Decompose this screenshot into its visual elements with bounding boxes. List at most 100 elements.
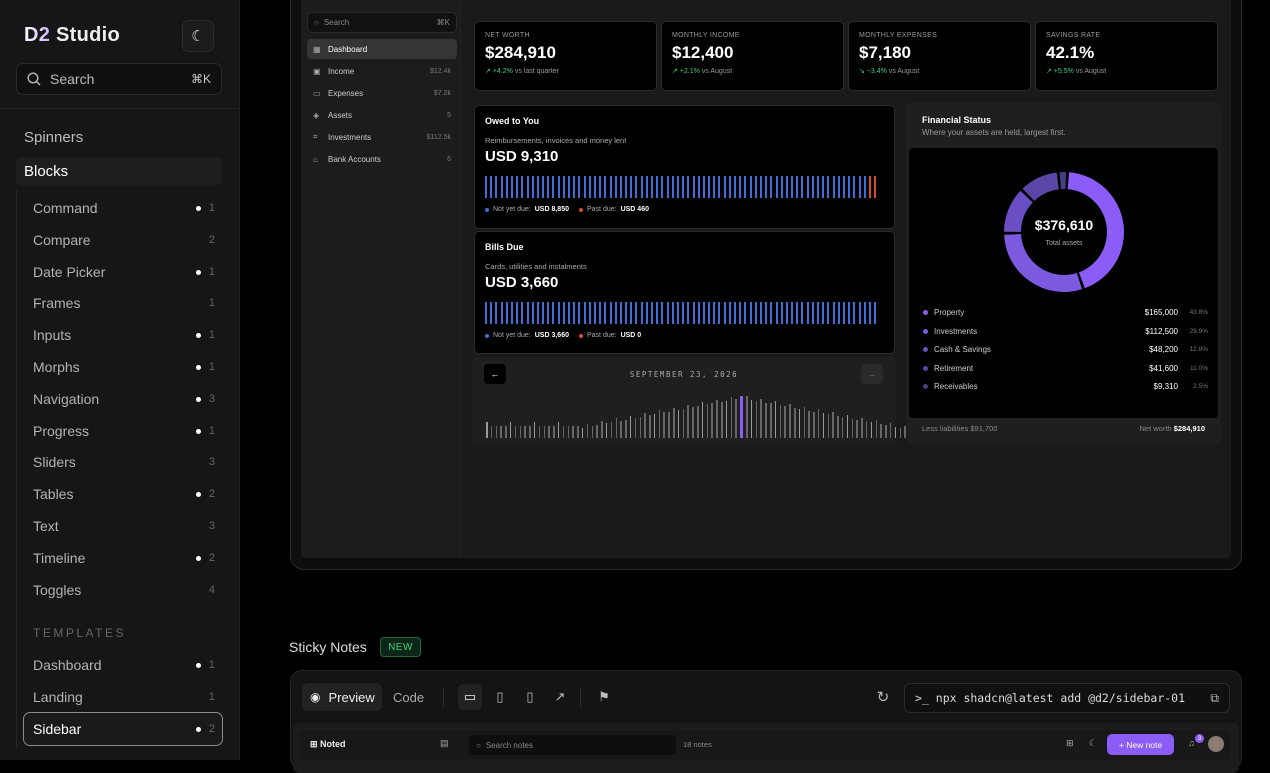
timeline-tick[interactable] — [687, 404, 689, 438]
timeline-tick[interactable] — [605, 423, 608, 438]
timeline-tick[interactable] — [634, 417, 637, 438]
timeline-tick[interactable] — [509, 422, 512, 438]
timeline-tick[interactable] — [639, 416, 641, 438]
timeline-tick[interactable] — [837, 416, 839, 438]
timeline-tick[interactable] — [827, 414, 830, 438]
timeline-tick[interactable] — [486, 422, 488, 438]
timeline-tick[interactable] — [557, 422, 560, 438]
template-item-landing[interactable]: Landing 1 — [33, 689, 215, 705]
timeline-tick[interactable] — [649, 415, 651, 438]
next-date-button[interactable]: → — [861, 364, 883, 384]
timeline-tick[interactable] — [885, 425, 887, 438]
bills-card[interactable]: Bills Due Cards, utilities and instalmen… — [474, 231, 895, 354]
timeline-tick[interactable] — [856, 419, 858, 438]
timeline-tick[interactable] — [658, 410, 661, 438]
timeline-ticks[interactable] — [486, 395, 964, 438]
timeline-tick[interactable] — [577, 426, 579, 438]
timeline-tick[interactable] — [740, 396, 743, 438]
desktop-view-button[interactable]: ▭ — [458, 684, 482, 710]
timeline-tick[interactable] — [653, 414, 656, 438]
timeline-tick[interactable] — [495, 426, 498, 438]
bell-icon[interactable]: ♫ — [1188, 738, 1195, 748]
preview-nav-income[interactable]: ▣ Income $12.4k — [307, 61, 457, 81]
asset-row-receivables[interactable]: Receivables $9,310 2.5% — [923, 382, 1208, 391]
sidebar-item-navigation[interactable]: Navigation 3 — [33, 391, 215, 407]
timeline-tick[interactable] — [711, 403, 713, 438]
timeline-tick[interactable] — [524, 426, 526, 438]
timeline-tick[interactable] — [832, 412, 834, 438]
timeline-tick[interactable] — [721, 401, 723, 438]
timeline-tick[interactable] — [591, 425, 594, 438]
sidebar-item-timeline[interactable]: Timeline 2 — [33, 550, 215, 566]
install-command[interactable]: >_ npx shadcn@latest add @d2/sidebar-01 … — [904, 683, 1230, 713]
timeline-tick[interactable] — [880, 424, 882, 438]
asset-row-retirement[interactable]: Retirement $41,600 11.0% — [923, 364, 1208, 373]
sidebar-item-tables[interactable]: Tables 2 — [33, 486, 215, 502]
timeline-tick[interactable] — [813, 411, 815, 438]
timeline-tick[interactable] — [692, 407, 694, 438]
timeline-tick[interactable] — [846, 414, 849, 438]
timeline-tick[interactable] — [765, 402, 767, 438]
timeline-tick[interactable] — [725, 400, 728, 438]
preview-nav-expenses[interactable]: ▭ Expenses $7.2k — [307, 83, 457, 103]
timeline-tick[interactable] — [817, 409, 820, 438]
brand-logo[interactable]: D2 Studio — [24, 24, 120, 47]
timeline-tick[interactable] — [861, 417, 863, 438]
timeline-tick[interactable] — [889, 422, 892, 438]
timeline-tick[interactable] — [755, 400, 758, 438]
donut-slice-receivables[interactable] — [1059, 172, 1067, 190]
timeline-tick[interactable] — [750, 399, 753, 438]
code-tab[interactable]: Code — [393, 690, 424, 705]
timeline-tick[interactable] — [601, 421, 603, 438]
timeline-tick[interactable] — [596, 425, 598, 438]
timeline-tick[interactable] — [870, 422, 873, 438]
nav-spinners[interactable]: Spinners — [24, 129, 83, 146]
timeline-tick[interactable] — [562, 426, 565, 438]
timeline-tick[interactable] — [581, 427, 584, 438]
preview-nav-dashboard[interactable]: ▦ Dashboard — [307, 39, 457, 59]
timeline-tick[interactable] — [798, 408, 801, 438]
sidebar-item-text[interactable]: Text 3 — [33, 518, 215, 534]
timeline-tick[interactable] — [572, 426, 574, 438]
asset-row-property[interactable]: Property $165,000 43.8% — [923, 308, 1208, 317]
sidebar-item-inputs[interactable]: Inputs 1 — [33, 327, 215, 343]
stat-card-savings-rate[interactable]: SAVINGS RATE 42.1% ↗ +5.5% vs August — [1035, 21, 1218, 91]
preview-tab[interactable]: ◉ Preview — [302, 683, 382, 711]
bookmark-button[interactable]: ⚑ — [592, 684, 616, 710]
timeline-tick[interactable] — [682, 408, 685, 438]
sidebar-item-command[interactable]: Command 1 — [33, 200, 215, 216]
timeline-tick[interactable] — [746, 395, 748, 438]
timeline-tick[interactable] — [789, 404, 791, 438]
avatar[interactable] — [1208, 736, 1224, 752]
timeline-tick[interactable] — [851, 418, 854, 438]
timeline-tick[interactable] — [803, 406, 806, 438]
timeline-tick[interactable] — [533, 422, 536, 438]
preview-nav-assets[interactable]: ◈ Assets 5 — [307, 105, 457, 125]
stat-card-net-worth[interactable]: NET WORTH $284,910 ↗ +4.2% vs last quarter — [474, 21, 657, 91]
timeline-tick[interactable] — [716, 399, 718, 438]
template-item-sidebar[interactable]: Sidebar 2 — [33, 721, 215, 737]
template-item-dashboard[interactable]: Dashboard 1 — [33, 657, 215, 673]
timeline-tick[interactable] — [774, 401, 777, 438]
asset-row-cash-savings[interactable]: Cash & Savings $48,200 12.8% — [923, 345, 1208, 354]
timeline-tick[interactable] — [553, 426, 555, 438]
timeline-tick[interactable] — [548, 426, 550, 438]
grid-view-icon[interactable]: ⊞ — [1066, 738, 1074, 749]
timeline-tick[interactable] — [663, 412, 665, 438]
timeline-tick[interactable] — [784, 406, 786, 438]
refresh-button[interactable]: ↻ — [871, 684, 895, 710]
timeline-tick[interactable] — [677, 409, 680, 438]
timeline-tick[interactable] — [779, 405, 782, 438]
timeline-tick[interactable] — [668, 411, 670, 438]
timeline-tick[interactable] — [841, 416, 844, 438]
timeline-tick[interactable] — [610, 422, 613, 438]
timeline-tick[interactable] — [760, 398, 762, 438]
sidebar-toggle-icon[interactable]: ▤ — [440, 738, 449, 749]
moon-icon[interactable]: ☾ — [1089, 738, 1097, 749]
stat-card-monthly-income[interactable]: MONTHLY INCOME $12,400 ↗ +2.1% vs August — [661, 21, 844, 91]
preview-nav-investments[interactable]: ⌗ Investments $112.5k — [307, 127, 457, 147]
sidebar-item-progress[interactable]: Progress 1 — [33, 423, 215, 439]
sidebar-item-date-picker[interactable]: Date Picker 1 — [33, 264, 215, 280]
open-external-button[interactable]: ↗ — [548, 684, 572, 710]
timeline-tick[interactable] — [735, 398, 737, 438]
